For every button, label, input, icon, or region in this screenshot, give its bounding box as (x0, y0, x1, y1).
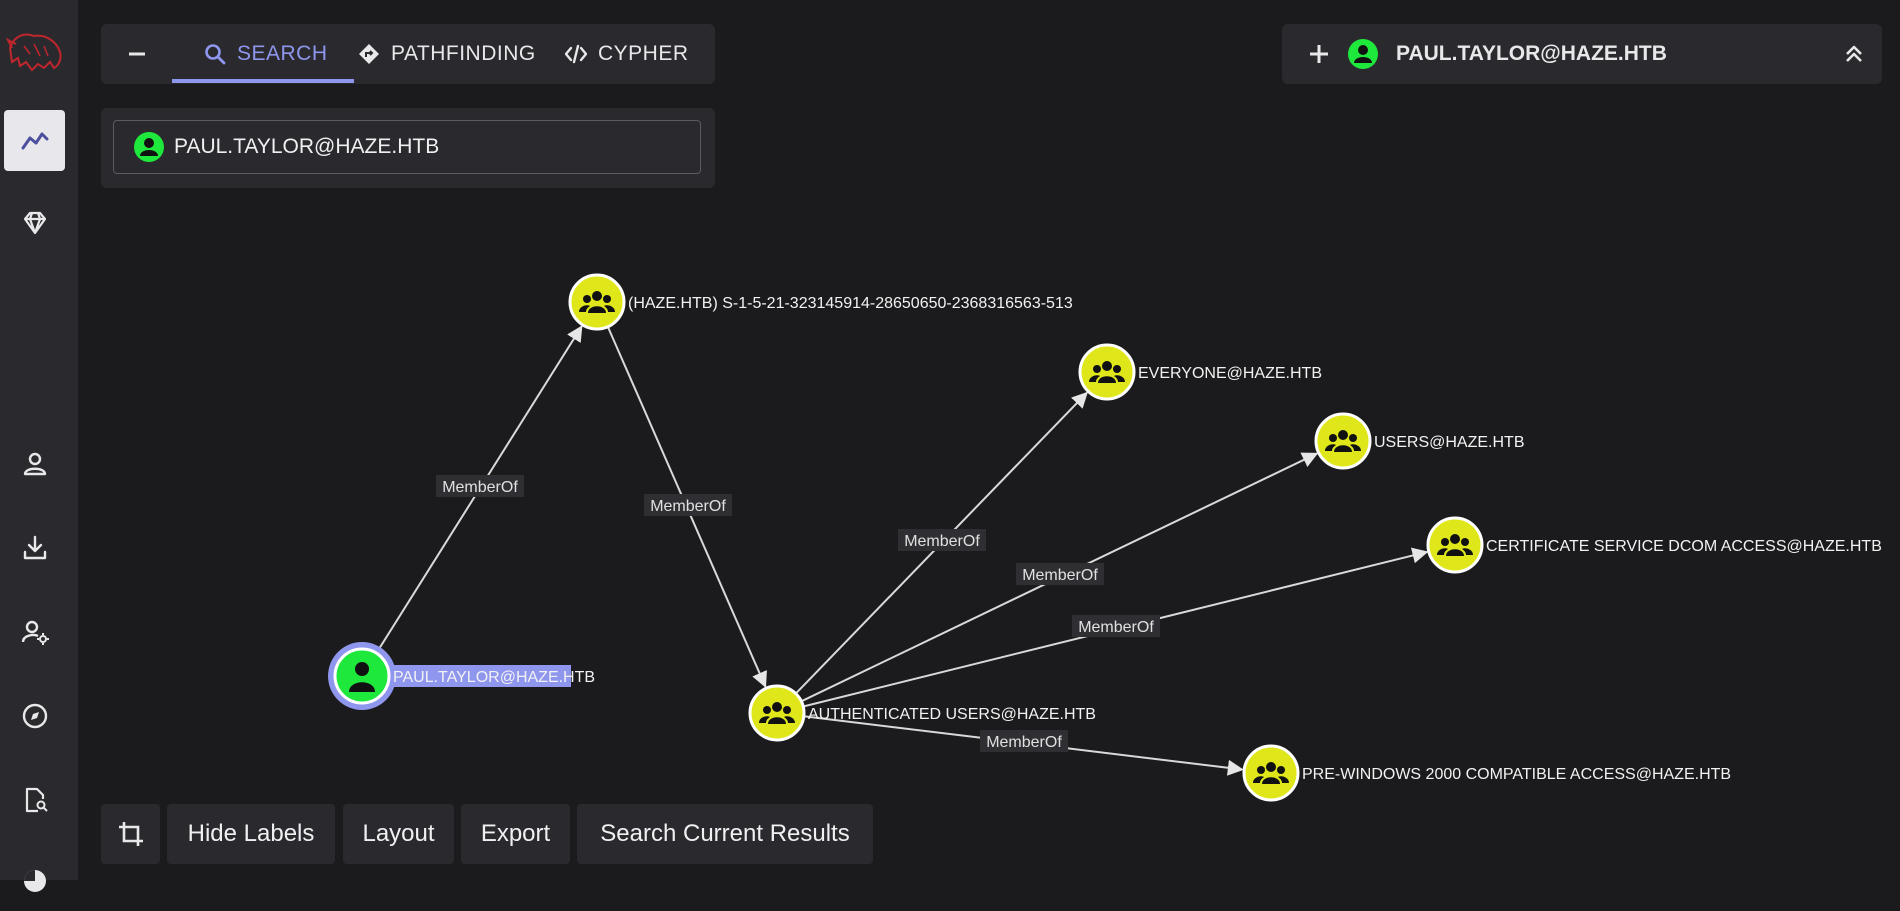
entity-type-icon (1348, 39, 1378, 74)
tab-search[interactable]: SEARCH (203, 24, 328, 84)
tab-pathfinding-label: PATHFINDING (391, 42, 536, 65)
graph-nodes: PAUL.TAYLOR@HAZE.HTB (HAZE.HTB) S-1-5-21-… (328, 273, 1882, 802)
node-label: AUTHENTICATED USERS@HAZE.HTB (808, 706, 1096, 723)
tab-pathfinding[interactable]: PATHFINDING (357, 24, 536, 84)
chevrons-up-icon (1846, 45, 1862, 62)
group-node[interactable]: PRE-WINDOWS 2000 COMPATIBLE ACCESS@HAZE.… (1242, 744, 1731, 802)
collapse-panel-button[interactable] (1840, 40, 1868, 73)
node-circle (748, 684, 806, 742)
node-label: PRE-WINDOWS 2000 COMPATIBLE ACCESS@HAZE.… (1302, 766, 1731, 783)
search-icon (205, 44, 226, 65)
hide-labels-button[interactable]: Hide Labels (167, 804, 335, 864)
group-node[interactable]: EVERYONE@HAZE.HTB (1078, 343, 1322, 401)
node-label: CERTIFICATE SERVICE DCOM ACCESS@HAZE.HTB (1486, 538, 1882, 555)
edge-label: MemberOf (986, 734, 1062, 751)
plus-icon (1310, 45, 1328, 63)
group-node[interactable]: CERTIFICATE SERVICE DCOM ACCESS@HAZE.HTB (1426, 516, 1882, 574)
user-icon (355, 662, 369, 676)
search-input-value: PAUL.TAYLOR@HAZE.HTB (174, 135, 440, 158)
node-label: USERS@HAZE.HTB (1374, 434, 1524, 451)
code-icon (564, 44, 588, 64)
group-node[interactable]: (HAZE.HTB) S-1-5-21-323145914-28650650-2… (568, 273, 1073, 331)
layout-button[interactable]: Layout (343, 804, 454, 864)
edge-label: MemberOf (650, 498, 726, 515)
user-node-icon (134, 132, 164, 162)
entity-name: PAUL.TAYLOR@HAZE.HTB (1396, 42, 1667, 65)
minus-icon (129, 52, 145, 56)
node-circle (1426, 516, 1484, 574)
edge-label: MemberOf (442, 479, 518, 496)
node-circle (1242, 744, 1300, 802)
node-circle (568, 273, 626, 331)
group-node[interactable]: USERS@HAZE.HTB (1314, 412, 1524, 470)
export-button[interactable]: Export (461, 804, 570, 864)
edge-label: MemberOf (904, 533, 980, 550)
tab-cypher[interactable]: CYPHER (564, 24, 689, 84)
crop-button[interactable] (101, 804, 160, 864)
user-node-icon (1348, 39, 1378, 69)
node-search-input[interactable]: PAUL.TAYLOR@HAZE.HTB (113, 120, 701, 174)
active-tab-indicator (172, 79, 354, 83)
node-circle (1078, 343, 1136, 401)
node-label: PAUL.TAYLOR@HAZE.HTB (393, 669, 595, 686)
user-node[interactable]: PAUL.TAYLOR@HAZE.HTB (328, 642, 595, 710)
tab-cypher-label: CYPHER (598, 42, 689, 65)
search-panel: PAUL.TAYLOR@HAZE.HTB (101, 108, 715, 188)
crop-icon (118, 822, 143, 846)
search-current-results-button[interactable]: Search Current Results (577, 804, 873, 864)
node-label: (HAZE.HTB) S-1-5-21-323145914-28650650-2… (628, 295, 1073, 312)
node-label: EVERYONE@HAZE.HTB (1138, 365, 1322, 382)
pathfinding-icon (359, 44, 379, 64)
tab-search-label: SEARCH (237, 42, 328, 65)
entity-info-panel: PAUL.TAYLOR@HAZE.HTB (1282, 24, 1882, 84)
edge-label: MemberOf (1078, 619, 1154, 636)
node-circle (1314, 412, 1372, 470)
graph-edges: MemberOf MemberOf MemberOf MemberOf MemberOf… (375, 325, 1429, 776)
collapse-button[interactable] (125, 24, 149, 84)
query-tabs-panel: SEARCH PATHFINDING CYPHER (101, 24, 715, 84)
edge-label: MemberOf (1022, 567, 1098, 584)
expand-entity-button[interactable] (1304, 39, 1334, 74)
